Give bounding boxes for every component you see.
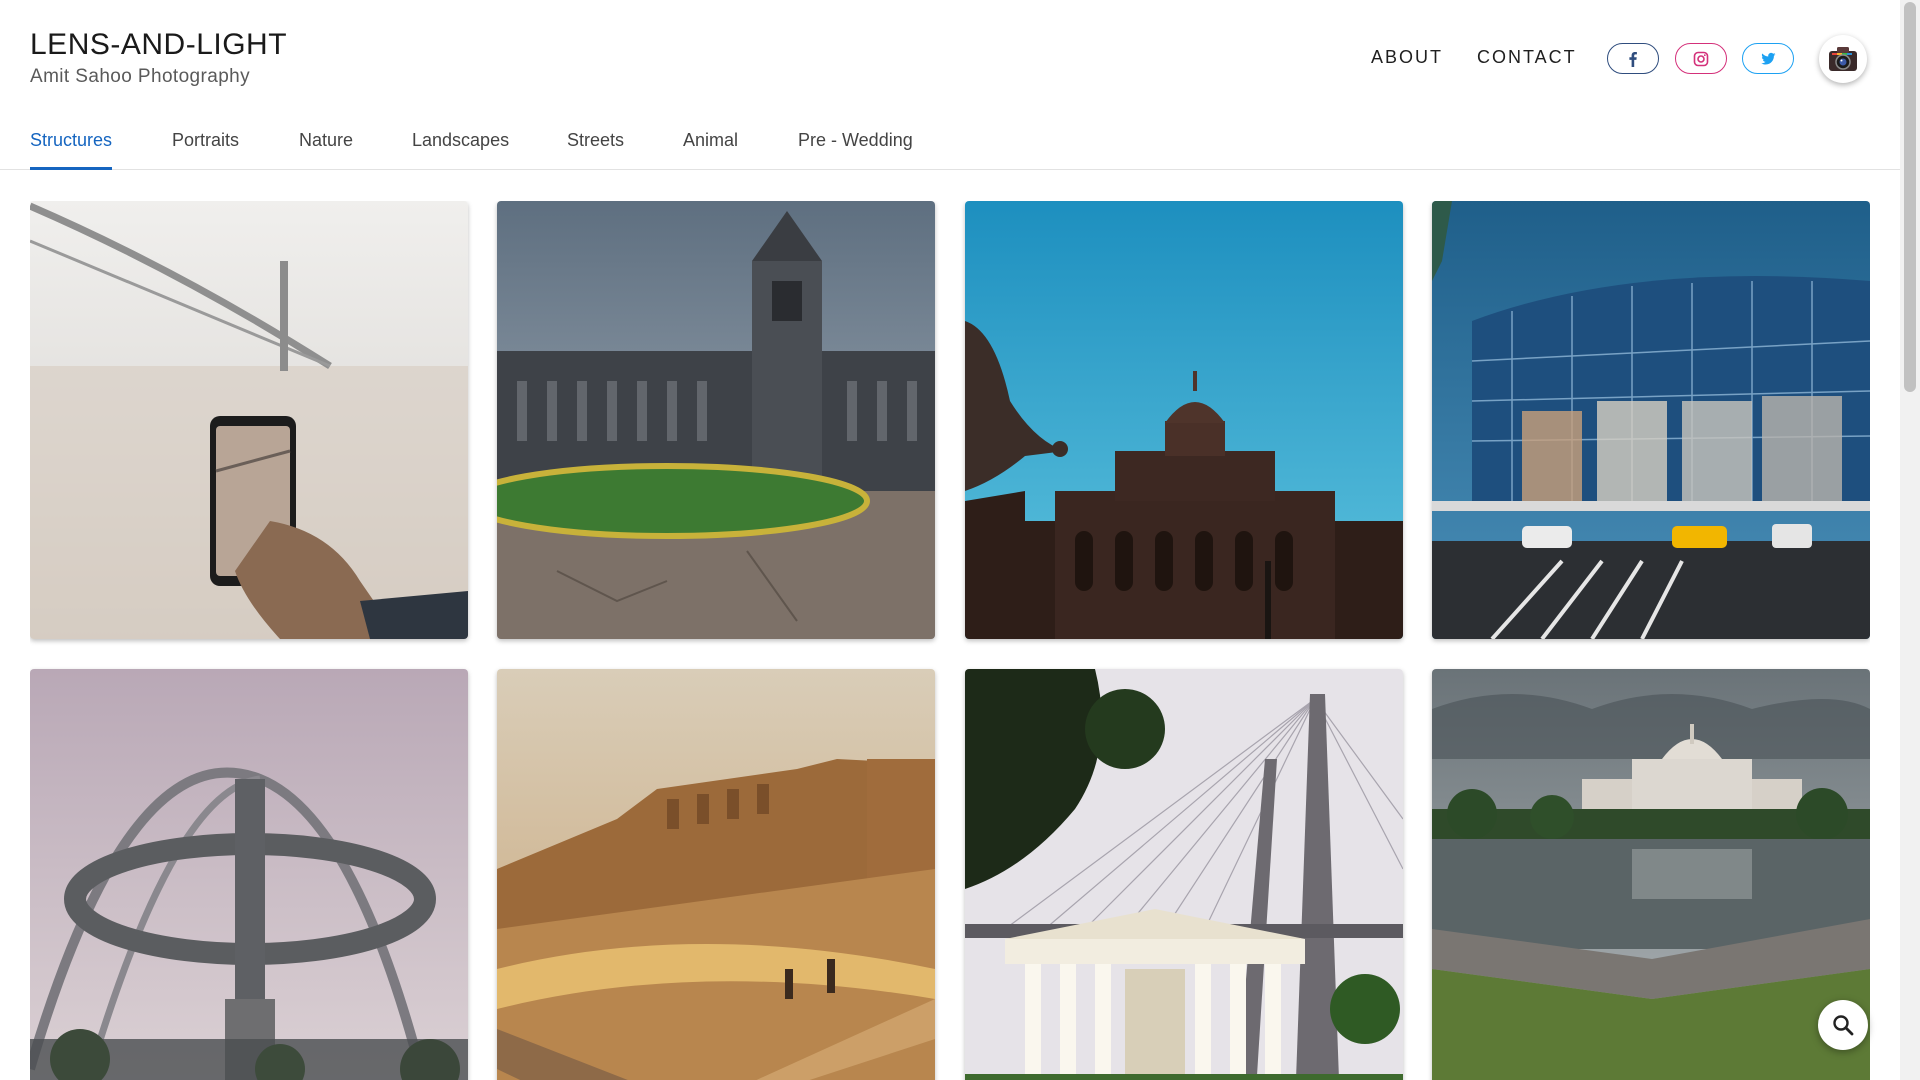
scrollbar-thumb[interactable] [1904,2,1916,392]
gallery-photo[interactable] [497,201,935,639]
cable-bridge-temple-photo [965,669,1403,1080]
search-icon [1833,1015,1854,1036]
nav-about-link[interactable]: ABOUT [1371,47,1443,71]
tab-landscapes[interactable]: Landscapes [412,130,509,170]
gallery-photo[interactable] [965,201,1403,639]
instagram-button[interactable] [1675,43,1727,74]
category-tabs: Structures Portraits Nature Landscapes S… [0,120,1900,170]
camera-icon [1829,47,1857,71]
tab-nature[interactable]: Nature [299,130,353,170]
photo-gallery [30,201,1870,1080]
page-scrollbar[interactable] [1900,0,1920,1080]
cathedral-photo [497,201,935,639]
facebook-icon [1629,51,1637,67]
tab-portraits[interactable]: Portraits [172,130,239,170]
tab-streets[interactable]: Streets [567,130,624,170]
avatar[interactable] [1819,35,1867,83]
site-subtitle: Amit Sahoo Photography [30,66,251,87]
gallery-photo[interactable] [965,669,1403,1080]
twitter-button[interactable] [1742,43,1794,74]
twitter-icon [1761,52,1776,64]
gallery-photo[interactable] [497,669,935,1080]
tab-pre-wedding[interactable]: Pre - Wedding [798,130,913,170]
gallery-photo[interactable] [30,669,468,1080]
brand[interactable]: LENS-AND-LIGHT Amit Sahoo Photography [30,28,287,88]
cricket-stadium-photo [1432,201,1870,639]
gallery-photo[interactable] [30,201,468,639]
phone-bridge-photo [30,201,468,639]
tab-structures[interactable]: Structures [30,130,113,170]
nav-contact-link[interactable]: CONTACT [1477,47,1577,71]
memorial-lake-photo [1432,669,1870,1080]
gallery-photo[interactable] [1432,669,1870,1080]
site-title[interactable]: LENS-AND-LIGHT [30,28,287,62]
instagram-icon [1693,51,1709,66]
gallery-photo[interactable] [1432,201,1870,639]
search-button[interactable] [1818,1000,1868,1050]
palace-pigeon-photo [965,201,1403,639]
site-header: LENS-AND-LIGHT Amit Sahoo Photography AB… [0,0,1900,170]
fort-wall-photo [497,669,935,1080]
arch-tower-photo [30,669,468,1080]
facebook-button[interactable] [1607,43,1659,74]
tab-animal[interactable]: Animal [683,130,738,170]
